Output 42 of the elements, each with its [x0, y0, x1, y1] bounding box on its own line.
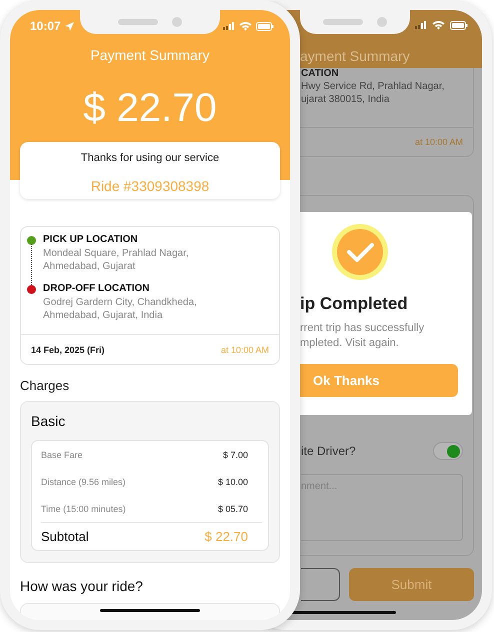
fare-amount: $ 05.70 — [218, 504, 248, 514]
signal-icon — [415, 21, 427, 29]
wifi-icon — [432, 20, 445, 30]
section-heading: Charges — [20, 378, 70, 394]
thanks-message: Thanks for using our service — [80, 151, 220, 165]
fare-amount: $ 10.00 — [218, 476, 248, 486]
fare-label: Base Fare — [41, 450, 83, 460]
screen-title: Payment Summary — [89, 47, 211, 63]
ok-button[interactable]: Ok Thanks — [300, 364, 458, 397]
location-address: Hwy Service Rd, Prahlad Nagar, — [301, 80, 446, 93]
favorite-toggle[interactable] — [433, 442, 463, 460]
wifi-icon — [239, 21, 252, 31]
location-address: ujarat 380015, India — [301, 93, 390, 106]
location-label: DROP-OFF LOCATION — [43, 283, 150, 295]
location-label: PICK UP LOCATION — [43, 234, 139, 246]
battery-icon — [256, 22, 274, 30]
subtotal-amount: $ 22.70 — [204, 529, 248, 544]
location-arrow-icon — [64, 22, 74, 30]
battery-icon — [450, 20, 468, 30]
subtotal-label: Subtotal — [41, 529, 89, 544]
signal-icon — [223, 22, 235, 30]
screen-title: ayment Summary — [299, 48, 411, 64]
dialog-message: rrent trip has successfully mpleted. Visit again. — [300, 321, 426, 351]
fare-label: Distance (9.56 miles) — [41, 476, 126, 486]
status-time: 10:07 — [30, 19, 61, 33]
submit-button[interactable]: Submit — [349, 568, 474, 601]
check-icon — [332, 224, 388, 280]
trip-time: at 10:00 AM — [220, 344, 269, 354]
total-amount: $ 22.70 — [82, 85, 218, 132]
ride-number: Ride #3309308398 — [90, 177, 210, 195]
location-address: Mondeal Square, Prahlad Nagar, Ahmedabad, Gujarat — [43, 247, 190, 273]
location-address: Godrej Gardern City, Chandkheda, Ahmedabad, Gujarat, India — [43, 296, 198, 322]
location-label: CATION — [301, 68, 340, 80]
fare-label: Time (15:00 minutes) — [41, 504, 126, 514]
favorite-label: ite Driver? — [301, 444, 356, 458]
secondary-button[interactable] — [301, 568, 340, 601]
trip-time: at 10:00 AM — [414, 137, 463, 147]
plan-name: Basic — [31, 412, 66, 430]
trip-date: 14 Feb, 2025 (Fri) — [31, 344, 105, 354]
dialog-title: ip Completed — [300, 294, 409, 314]
fare-amount: $ 7.00 — [222, 450, 248, 460]
section-heading: How was your ride? — [20, 578, 144, 594]
